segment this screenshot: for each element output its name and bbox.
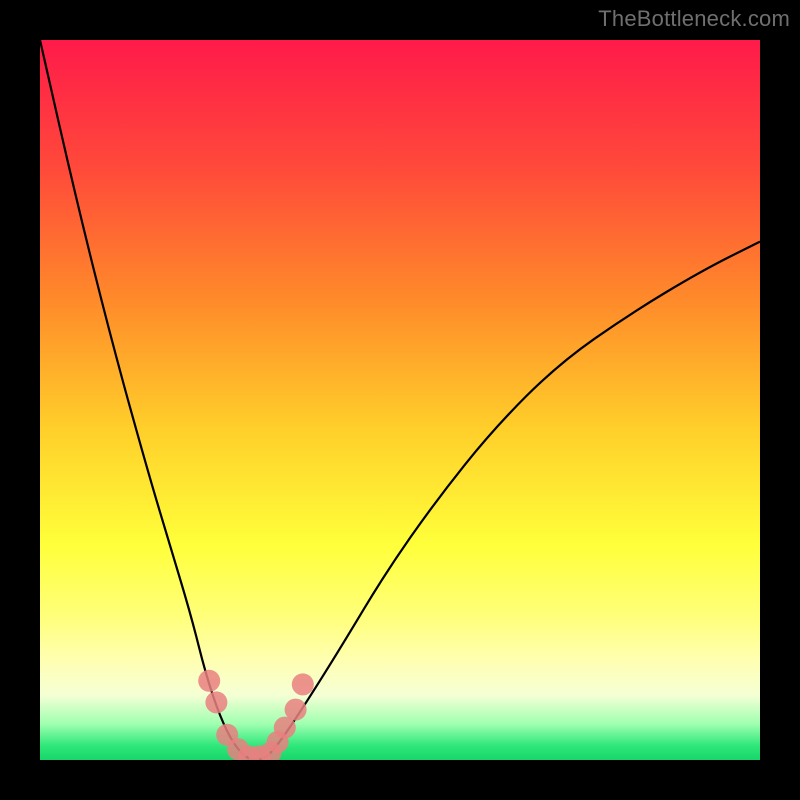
marker-point [292, 673, 314, 695]
marker-point [205, 691, 227, 713]
marker-point [198, 670, 220, 692]
chart-frame: TheBottleneck.com [0, 0, 800, 800]
chart-overlay [40, 40, 760, 760]
watermark-label: TheBottleneck.com [598, 6, 790, 32]
marker-group [198, 670, 314, 760]
plot-area [40, 40, 760, 760]
bottleneck-curve [40, 40, 760, 760]
marker-point [285, 699, 307, 721]
